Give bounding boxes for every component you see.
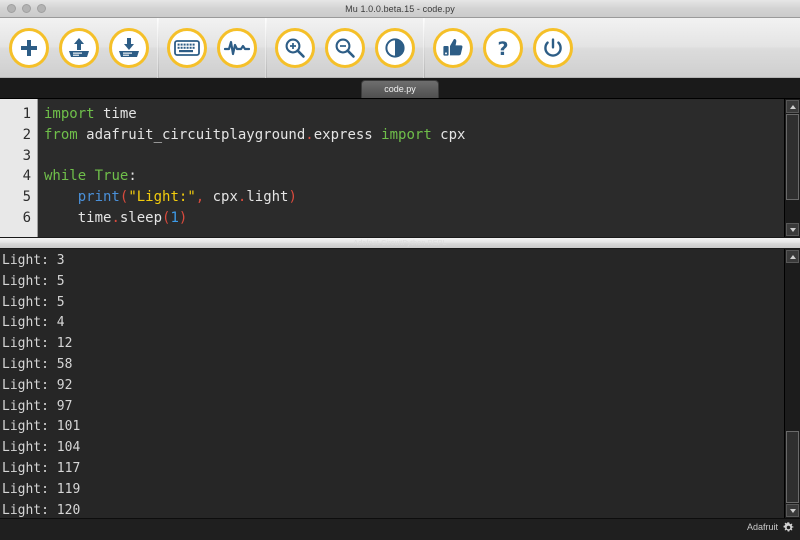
question-mark-icon: ? bbox=[483, 28, 523, 68]
pane-splitter[interactable]: Adafruit CircuitPython REPL bbox=[0, 237, 800, 249]
zoom-in-icon bbox=[275, 28, 315, 68]
toolbar-group-devices bbox=[162, 18, 262, 77]
repl-pane-title: Adafruit CircuitPython REPL bbox=[353, 240, 446, 247]
plotter-button[interactable] bbox=[212, 18, 262, 78]
close-button[interactable] bbox=[7, 4, 16, 13]
code-token: "Light:" bbox=[128, 189, 195, 205]
code-token: 1 bbox=[170, 210, 178, 226]
upload-icon bbox=[59, 28, 99, 68]
editor-scroll-down-button[interactable] bbox=[786, 223, 799, 236]
editor-scroll-up-button[interactable] bbox=[786, 100, 799, 113]
code-token: while bbox=[44, 168, 86, 184]
code-token: cpx bbox=[204, 189, 238, 205]
status-bar: Adafruit bbox=[0, 518, 800, 535]
thumbs-up-icon bbox=[433, 28, 473, 68]
zoom-out-icon bbox=[325, 28, 365, 68]
toolbar-group-help: ? bbox=[428, 18, 578, 77]
code-token: ) bbox=[289, 189, 297, 205]
mode-label[interactable]: Adafruit bbox=[747, 522, 778, 532]
main-toolbar: ? bbox=[0, 18, 800, 78]
minimize-button[interactable] bbox=[22, 4, 31, 13]
code-token: time bbox=[78, 210, 112, 226]
code-token: light bbox=[246, 189, 288, 205]
repl-scrollbar[interactable] bbox=[784, 249, 800, 518]
new-button[interactable] bbox=[4, 18, 54, 78]
tab-bar: code.py bbox=[0, 78, 800, 99]
code-token: . bbox=[111, 210, 119, 226]
theme-button[interactable] bbox=[370, 18, 420, 78]
code-token: import bbox=[44, 106, 95, 122]
code-token: express bbox=[314, 127, 381, 143]
repl-scroll-thumb[interactable] bbox=[786, 431, 799, 503]
zoom-in-button[interactable] bbox=[270, 18, 320, 78]
editor-scroll-thumb[interactable] bbox=[786, 114, 799, 200]
help-button[interactable]: ? bbox=[478, 18, 528, 78]
code-token: time bbox=[95, 106, 137, 122]
code-editor-pane: 1 2 3 4 5 6 import timefrom adafruit_cir… bbox=[0, 99, 800, 237]
zoom-out-button[interactable] bbox=[320, 18, 370, 78]
code-line: while True: bbox=[44, 166, 784, 187]
window-titlebar: Mu 1.0.0.beta.15 - code.py bbox=[0, 0, 800, 18]
code-token: , bbox=[196, 189, 204, 205]
contrast-icon bbox=[375, 28, 415, 68]
code-token: from bbox=[44, 127, 78, 143]
save-button[interactable] bbox=[104, 18, 154, 78]
toolbar-separator bbox=[423, 18, 425, 78]
editor-scroll-track[interactable] bbox=[786, 114, 799, 222]
code-token bbox=[86, 168, 94, 184]
code-token: print bbox=[78, 189, 120, 205]
code-text-area[interactable]: import timefrom adafruit_circuitplaygrou… bbox=[38, 99, 784, 237]
code-line bbox=[44, 146, 784, 167]
repl-scroll-track[interactable] bbox=[786, 264, 799, 503]
power-icon bbox=[533, 28, 573, 68]
editor-scrollbar[interactable] bbox=[784, 99, 800, 237]
code-line: print("Light:", cpx.light) bbox=[44, 187, 784, 208]
window-controls bbox=[0, 4, 46, 13]
mu-editor-window: Mu 1.0.0.beta.15 - code.py bbox=[0, 0, 800, 540]
window-bottom-edge bbox=[0, 535, 800, 540]
toolbar-separator bbox=[157, 18, 159, 78]
code-token: cpx bbox=[432, 127, 466, 143]
code-token: sleep bbox=[120, 210, 162, 226]
serial-button[interactable] bbox=[162, 18, 212, 78]
code-token bbox=[44, 189, 78, 205]
waveform-icon bbox=[217, 28, 257, 68]
repl-output-text[interactable]: Light: 3 Light: 5 Light: 5 Light: 4 Ligh… bbox=[0, 249, 784, 518]
svg-text:?: ? bbox=[497, 38, 508, 59]
toolbar-separator bbox=[265, 18, 267, 78]
code-token: adafruit_circuitplayground bbox=[78, 127, 306, 143]
code-token: True bbox=[95, 168, 129, 184]
code-line: from adafruit_circuitplayground.express … bbox=[44, 125, 784, 146]
tab-code-py[interactable]: code.py bbox=[361, 80, 439, 98]
quit-button[interactable] bbox=[528, 18, 578, 78]
window-title: Mu 1.0.0.beta.15 - code.py bbox=[0, 4, 800, 14]
load-button[interactable] bbox=[54, 18, 104, 78]
toolbar-group-file bbox=[4, 18, 154, 77]
code-line: time.sleep(1) bbox=[44, 208, 784, 229]
code-token: . bbox=[305, 127, 313, 143]
code-line: import time bbox=[44, 104, 784, 125]
toolbar-group-view bbox=[270, 18, 420, 77]
check-button[interactable] bbox=[428, 18, 478, 78]
code-token: : bbox=[128, 168, 136, 184]
gear-icon[interactable] bbox=[783, 522, 794, 533]
repl-output-pane: Light: 3 Light: 5 Light: 5 Light: 4 Ligh… bbox=[0, 249, 800, 518]
download-icon bbox=[109, 28, 149, 68]
code-token bbox=[44, 210, 78, 226]
code-token: import bbox=[381, 127, 432, 143]
zoom-button[interactable] bbox=[37, 4, 46, 13]
code-token: ) bbox=[179, 210, 187, 226]
keyboard-icon bbox=[167, 28, 207, 68]
repl-scroll-up-button[interactable] bbox=[786, 250, 799, 263]
plus-icon bbox=[9, 28, 49, 68]
line-number-gutter: 1 2 3 4 5 6 bbox=[0, 99, 38, 237]
repl-scroll-down-button[interactable] bbox=[786, 504, 799, 517]
